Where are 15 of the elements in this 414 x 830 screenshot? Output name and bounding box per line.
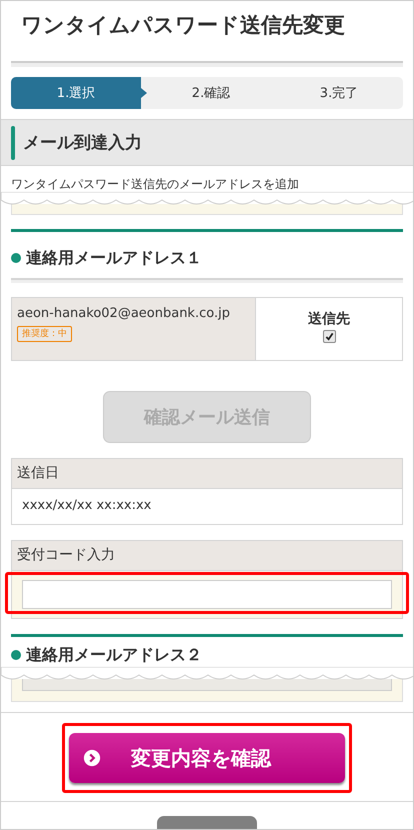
field-label: 受付コード入力 <box>12 541 402 571</box>
recommendation-badge: 推奨度：中 <box>17 326 72 342</box>
step-label: 2.確認 <box>190 85 232 103</box>
step-label: 1.選択 <box>11 77 147 109</box>
email-address: aeon-hanako02@aeonbank.co.jp <box>17 306 231 321</box>
destination-label: 送信先 <box>308 310 350 328</box>
page-title: ワンタイムパスワード送信先変更 <box>20 12 346 39</box>
section-title: メール到達入力 <box>23 132 142 154</box>
section-heading: 連絡用メールアドレス２ <box>26 644 202 666</box>
sent-date-value: xxxx/xx/xx xx:xx:xx <box>21 497 152 515</box>
step-label: 3.完了 <box>318 85 360 103</box>
confirm-changes-button[interactable]: 変更内容を確認 <box>69 733 345 783</box>
intro-text: ワンタイムパスワード送信先のメールアドレスを追加 <box>10 176 300 192</box>
section-heading: 連絡用メールアドレス１ <box>26 248 202 268</box>
field-label: 送信日 <box>12 459 402 489</box>
